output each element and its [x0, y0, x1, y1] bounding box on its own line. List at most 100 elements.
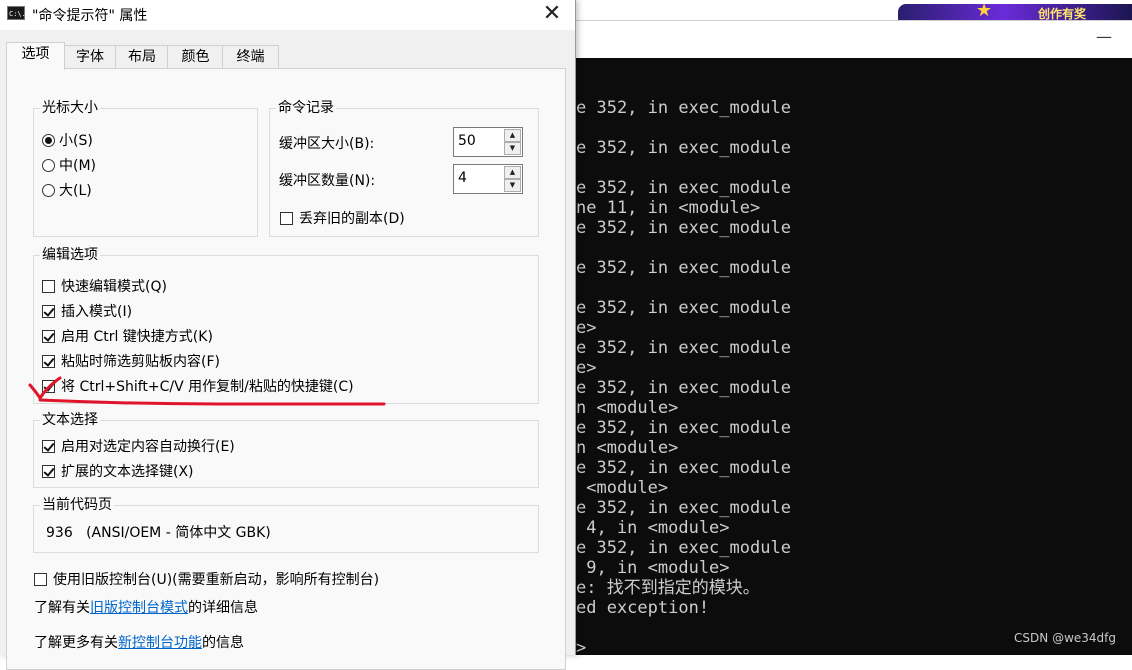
info-prefix: 了解更多有关 [34, 635, 118, 651]
ctrl-shortcuts-checkbox[interactable]: 启用 Ctrl 键快捷方式(K) [42, 327, 213, 347]
terminal-line: > [576, 638, 587, 655]
checkbox-label: 启用 Ctrl 键快捷方式(K) [61, 329, 213, 345]
checkbox-label: 扩展的文本选择键(X) [61, 464, 194, 480]
info-suffix: 的详细信息 [188, 600, 258, 616]
terminal-line: ne 11, in <module> [576, 198, 761, 218]
checkbox-indicator[interactable] [42, 440, 55, 453]
terminal-line: e 352, in exec_module [576, 338, 791, 358]
legacy-console-checkbox[interactable]: 使用旧版控制台(U)(需要重新启动，影响所有控制台) [34, 570, 379, 590]
star-icon: ★ [976, 4, 993, 20]
terminal-line: <module> [576, 478, 669, 498]
spin-down-icon[interactable]: ▼ [504, 142, 521, 155]
edit-options-label: 编辑选项 [40, 246, 100, 264]
terminal-line: e 352, in exec_module [576, 538, 791, 558]
terminal-line: e 352, in exec_module [576, 298, 791, 318]
legacy-console-link[interactable]: 旧版控制台模式 [90, 600, 188, 616]
new-features-info-text: 了解更多有关新控制台功能的信息 [34, 633, 244, 653]
radio-label: 中(M) [59, 158, 97, 174]
insert-mode-checkbox[interactable]: 插入模式(I) [42, 302, 132, 322]
checkbox-label: 插入模式(I) [61, 304, 133, 320]
buffer-size-stepper[interactable]: 50 ▲ ▼ [453, 127, 523, 157]
spin-up-icon[interactable]: ▲ [504, 166, 521, 179]
command-history-label: 命令记录 [276, 99, 336, 117]
cmd-app-icon: C:\. [7, 6, 26, 20]
terminal-line: e 352, in exec_module [576, 378, 791, 398]
spin-up-icon[interactable]: ▲ [504, 129, 521, 142]
radio-indicator[interactable] [42, 184, 55, 197]
buffer-size-label: 缓冲区大小(B): [279, 136, 375, 152]
terminal-line: e 352, in exec_module [576, 138, 791, 158]
terminal-line: e 352, in exec_module [576, 498, 791, 518]
checkbox-indicator[interactable] [42, 465, 55, 478]
radio-cursor-large[interactable]: 大(L) [42, 181, 92, 201]
terminal-line: e 352, in exec_module [576, 178, 791, 198]
checkbox-indicator[interactable] [42, 355, 55, 368]
spin-down-icon[interactable]: ▼ [504, 179, 521, 192]
terminal-line: e 352, in exec_module [576, 98, 791, 118]
terminal-line: e: 找不到指定的模块。 [576, 578, 760, 598]
terminal-line: e 352, in exec_module [576, 258, 791, 278]
terminal-line: ed exception! [576, 598, 710, 618]
cursor-size-label: 光标大小 [40, 99, 100, 117]
radio-cursor-small[interactable]: 小(S) [42, 131, 93, 151]
radio-label: 大(L) [59, 183, 92, 199]
checkbox-indicator[interactable] [42, 380, 55, 393]
terminal-line: e> [576, 358, 597, 378]
new-console-features-link[interactable]: 新控制台功能 [118, 635, 202, 651]
radio-indicator[interactable] [42, 134, 55, 147]
radio-cursor-medium[interactable]: 中(M) [42, 156, 96, 176]
buffer-count-stepper[interactable]: 4 ▲ ▼ [453, 164, 523, 194]
checkbox-indicator[interactable] [34, 573, 47, 586]
terminal-titlebar: — [576, 20, 1132, 59]
checkbox-label: 粘贴时筛选剪贴板内容(F) [61, 354, 220, 370]
buffer-size-value[interactable]: 50 [458, 133, 476, 149]
properties-dialog: C:\. "命令提示符" 属性 ✕ 选项 字体 布局 颜色 终端 光标大小 小(… [0, 0, 576, 670]
terminal-window: ★ 创作有奖 — e 352, in exec_module e 352, in … [576, 0, 1132, 655]
checkbox-label: 将 Ctrl+Shift+C/V 用作复制/粘贴的快捷键(C) [61, 379, 354, 395]
radio-indicator[interactable] [42, 159, 55, 172]
terminal-top-strip: ★ 创作有奖 [576, 0, 1132, 20]
banner-text: 创作有奖 [1038, 7, 1087, 20]
checkbox-indicator[interactable] [42, 305, 55, 318]
terminal-line: e 352, in exec_module [576, 458, 791, 478]
terminal-line: 9, in <module> [576, 558, 730, 578]
tab-colors[interactable]: 颜色 [167, 45, 224, 69]
buffer-count-value[interactable]: 4 [458, 170, 467, 186]
dialog-title: "命令提示符" 属性 [32, 8, 148, 24]
checkbox-label: 使用旧版控制台(U)(需要重新启动，影响所有控制台) [53, 572, 380, 588]
minimize-button[interactable]: — [1096, 27, 1112, 46]
checkbox-indicator[interactable] [42, 330, 55, 343]
filter-clipboard-checkbox[interactable]: 粘贴时筛选剪贴板内容(F) [42, 352, 220, 372]
discard-old-duplicates-checkbox[interactable]: 丢弃旧的副本(D) [280, 209, 405, 229]
checkbox-label: 丢弃旧的副本(D) [299, 211, 405, 227]
ctrl-shift-cv-checkbox[interactable]: 将 Ctrl+Shift+C/V 用作复制/粘贴的快捷键(C) [42, 377, 354, 397]
quick-edit-checkbox[interactable]: 快速编辑模式(Q) [42, 277, 167, 297]
legacy-info-text: 了解有关旧版控制台模式的详细信息 [34, 598, 258, 618]
terminal-line: 4, in <module> [576, 518, 730, 538]
terminal-line: e> [576, 318, 597, 338]
close-button[interactable]: ✕ [529, 0, 575, 30]
tab-font[interactable]: 字体 [63, 45, 117, 69]
tab-terminal[interactable]: 终端 [222, 45, 279, 69]
info-prefix: 了解有关 [34, 600, 90, 616]
checkbox-indicator[interactable] [280, 212, 293, 225]
terminal-line: e 352, in exec_module [576, 218, 791, 238]
checkbox-indicator[interactable] [42, 280, 55, 293]
codepage-value: 936 (ANSI/OEM - 简体中文 GBK) [46, 525, 271, 541]
info-suffix: 的信息 [202, 635, 244, 651]
tab-layout[interactable]: 布局 [115, 45, 169, 69]
tab-options[interactable]: 选项 [6, 42, 65, 70]
watermark: CSDN @we34dfg [1014, 631, 1116, 645]
terminal-line: n <module> [576, 438, 679, 458]
codepage-label: 当前代码页 [40, 496, 114, 514]
checkbox-label: 启用对选定内容自动换行(E) [61, 439, 235, 455]
ad-banner[interactable]: ★ 创作有奖 [898, 4, 1132, 20]
radio-label: 小(S) [59, 133, 93, 149]
checkbox-label: 快速编辑模式(Q) [61, 279, 167, 295]
line-wrap-selection-checkbox[interactable]: 启用对选定内容自动换行(E) [42, 437, 235, 457]
terminal-line: e 352, in exec_module [576, 418, 791, 438]
terminal-line: n <module> [576, 398, 679, 418]
buffer-count-label: 缓冲区数量(N): [279, 173, 376, 189]
extended-selection-keys-checkbox[interactable]: 扩展的文本选择键(X) [42, 462, 194, 482]
terminal-output: e 352, in exec_modulee 352, in exec_modu… [576, 58, 1132, 655]
